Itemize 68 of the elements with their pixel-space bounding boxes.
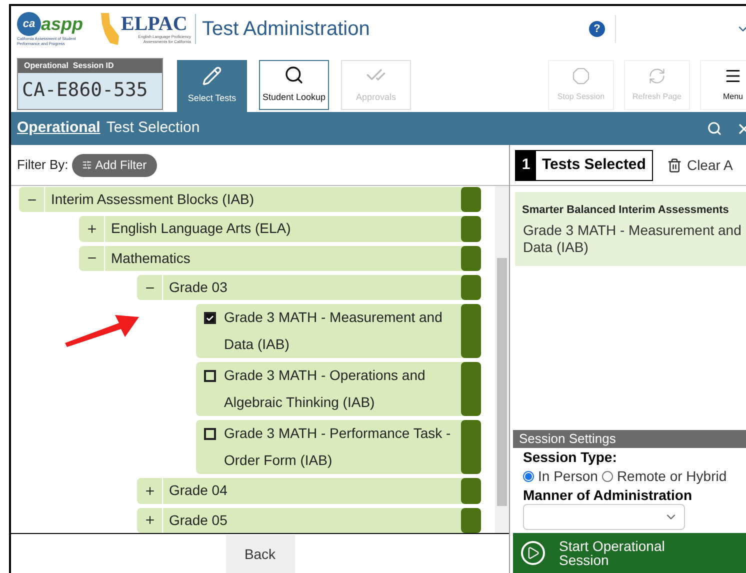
action-button[interactable]: Menu — [700, 60, 746, 110]
row-handle — [461, 246, 481, 271]
start-session-button[interactable]: Start Operational Session — [513, 533, 746, 573]
add-filter-button[interactable]: Add Filter — [72, 154, 157, 176]
back-button[interactable]: Back — [226, 535, 294, 573]
test-checkbox[interactable] — [204, 428, 216, 440]
refresh-icon — [648, 67, 666, 85]
toolbar-tab[interactable]: Student Lookup — [259, 60, 329, 110]
manner-label: Manner of Administration — [523, 487, 694, 504]
section-title: Test Selection — [106, 118, 200, 138]
test-row[interactable]: Grade 3 MATH - Operations and Algebraic Thinking (IAB) — [196, 362, 481, 416]
clear-all-button[interactable]: Clear A — [666, 154, 733, 176]
tree-row[interactable]: Mathematics — [79, 246, 481, 271]
state-outline-icon — [99, 12, 121, 46]
logo-mark: ca — [17, 12, 41, 36]
tree-label: Grade 05 — [168, 510, 228, 530]
tree-label: Interim Assessment Blocks (IAB) — [50, 190, 256, 210]
tree-row[interactable]: English Language Arts (ELA) — [79, 216, 481, 242]
settings-header: Session Settings — [513, 430, 746, 448]
filter-label: Filter By: — [17, 156, 68, 174]
tree-row[interactable]: Grade 03 — [137, 274, 481, 300]
menu-icon — [724, 67, 742, 85]
tree-label: English Language Arts (ELA) — [110, 219, 292, 238]
logo-word: aspp — [41, 15, 84, 33]
test-label: Grade 3 MATH - Operations and Algebraic Thinking (IAB) — [224, 366, 426, 412]
sliders-icon — [82, 160, 92, 170]
row-handle — [461, 187, 481, 212]
toolbar-tab[interactable]: Select Tests — [177, 60, 247, 112]
row-handle — [461, 274, 481, 300]
row-handle — [461, 508, 481, 533]
breadcrumb-link[interactable]: Operational — [17, 117, 100, 140]
pencil-icon — [202, 66, 222, 86]
session-id-label: Operational Session ID — [18, 59, 162, 73]
scrollbar[interactable] — [495, 186, 509, 533]
session-type-label: Session Type: — [523, 449, 618, 466]
search-icon — [284, 65, 304, 86]
check-icon — [206, 314, 214, 323]
search-icon[interactable] — [707, 121, 722, 136]
session-type-radio[interactable]: In Person — [523, 466, 598, 487]
test-row[interactable]: Grade 3 MATH - Performance Task - Order Form (IAB) — [196, 420, 481, 474]
tree-row[interactable]: Interim Assessment Blocks (IAB) — [19, 187, 481, 212]
session-type-radio[interactable]: Remote or Hybrid — [602, 466, 727, 487]
row-handle — [461, 304, 481, 358]
tree-row[interactable]: Grade 05 — [137, 508, 481, 533]
test-checkbox[interactable] — [204, 312, 216, 324]
row-handle — [461, 216, 481, 242]
selected-count: 1 — [516, 150, 536, 180]
test-label: Grade 3 MATH - Measurement and Data (IAB) — [224, 308, 444, 354]
stop-sign-icon — [572, 67, 590, 85]
tree-label: Mathematics — [110, 248, 192, 268]
tree-row[interactable]: Grade 04 — [137, 478, 481, 504]
row-handle — [461, 420, 481, 474]
session-id-value: CA-E860-535 — [21, 78, 149, 103]
selected-title: Tests Selected — [541, 154, 647, 175]
trash-icon — [666, 158, 682, 172]
tree-label: Grade 03 — [168, 278, 228, 298]
help-icon[interactable]: ? — [589, 21, 605, 37]
app-title: Test Administration — [202, 17, 370, 42]
tree-label: Grade 04 — [168, 481, 228, 500]
play-icon — [521, 541, 545, 565]
selected-test: Grade 3 MATH - Measurement and Data (IAB) — [522, 222, 742, 256]
elpac-word: ELPAC — [121, 14, 188, 34]
test-row[interactable]: Grade 3 MATH - Measurement and Data (IAB) — [196, 304, 481, 358]
test-checkbox[interactable] — [204, 370, 216, 382]
test-label: Grade 3 MATH - Performance Task - Order Form (IAB) — [224, 424, 452, 470]
selected-group-title: Smarter Balanced Interim Assessments — [522, 203, 730, 218]
row-handle — [461, 478, 481, 504]
row-handle — [461, 362, 481, 416]
